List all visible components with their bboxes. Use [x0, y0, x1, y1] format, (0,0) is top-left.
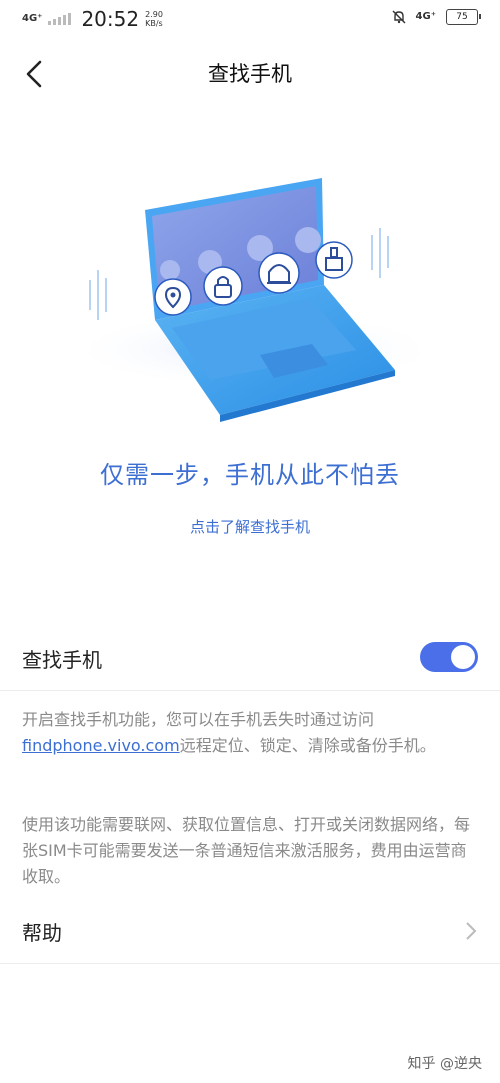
- divider-2: [0, 963, 500, 964]
- location-icon: [154, 278, 192, 316]
- battery-icon: 75: [446, 9, 481, 25]
- description-text-2: 远程定位、锁定、清除或备份手机。: [179, 736, 436, 755]
- learn-more-link[interactable]: 点击了解查找手机: [0, 516, 500, 537]
- status-left: 4G⁺ 20:52 2.90 KB/s: [22, 7, 163, 31]
- network-indicator-right: 4G⁺: [415, 11, 436, 22]
- title-bar: 查找手机: [0, 38, 500, 110]
- signal-waves-left: [89, 270, 107, 320]
- network-indicator: 4G⁺: [22, 13, 43, 24]
- lock-icon: [203, 266, 243, 306]
- toggle-knob: [451, 645, 475, 669]
- divider: [0, 690, 500, 691]
- broom-icon: [315, 241, 353, 279]
- page-title: 查找手机: [208, 62, 292, 86]
- network-speed: 2.90 KB/s: [145, 10, 163, 28]
- erase-icon: [258, 252, 300, 294]
- bell-off-icon: [392, 10, 406, 24]
- status-bar: 4G⁺ 20:52 2.90 KB/s 4G⁺ 75: [0, 0, 500, 38]
- feature-description: 开启查找手机功能，您可以在手机丢失时通过访问 findphone.vivo.com…: [22, 707, 478, 759]
- find-phone-toggle[interactable]: [420, 642, 478, 672]
- find-phone-row[interactable]: 查找手机: [0, 626, 500, 690]
- signal-icon: [48, 13, 72, 25]
- status-right: 4G⁺ 75: [392, 9, 481, 25]
- laptop-illustration: [65, 178, 440, 422]
- find-phone-label: 查找手机: [22, 648, 102, 672]
- slogan: 仅需一步，手机从此不怕丢: [100, 461, 400, 489]
- description-text: 开启查找手机功能，您可以在手机丢失时通过访问: [22, 710, 375, 729]
- clock: 20:52: [81, 7, 140, 31]
- chevron-right-icon: [466, 922, 477, 940]
- signal-waves-right: [371, 228, 389, 278]
- speed-unit: KB/s: [145, 19, 163, 28]
- usage-notice: 使用该功能需要联网、获取位置信息、打开或关闭数据网络，每张SIM卡可能需要发送一…: [22, 815, 471, 886]
- battery-level: 75: [456, 12, 468, 22]
- speed-value: 2.90: [145, 10, 163, 19]
- help-row[interactable]: 帮助: [0, 900, 500, 962]
- watermark: 知乎 @逆央: [407, 1056, 482, 1072]
- help-label: 帮助: [22, 921, 62, 945]
- findphone-link[interactable]: findphone.vivo.com: [22, 736, 180, 755]
